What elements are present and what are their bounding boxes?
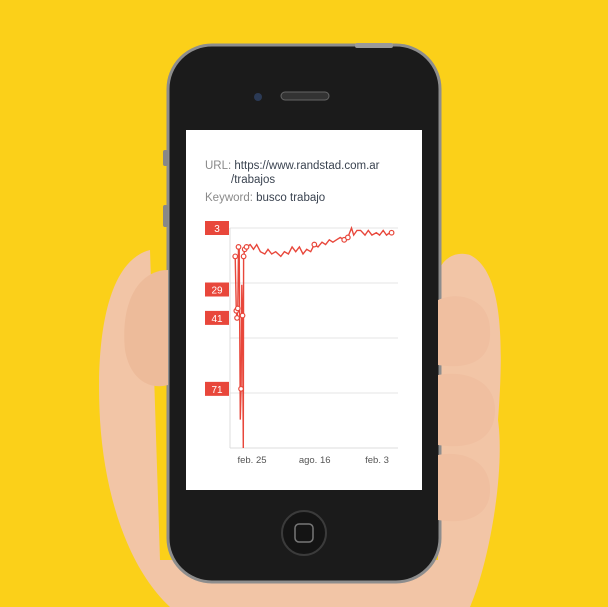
y-label: 29 — [211, 286, 223, 297]
data-point-marker — [311, 241, 318, 248]
x-tick-label: feb. 3 — [365, 455, 389, 466]
data-point-marker — [240, 253, 247, 260]
data-point-marker — [235, 244, 242, 250]
rank-chart: 3 29 41 71 feb. 25 ago. 16 feb. 3 — [205, 221, 398, 466]
y-label: 3 — [214, 224, 220, 235]
data-point-marker — [239, 312, 246, 319]
y-label: 71 — [211, 385, 223, 396]
data-point-marker — [388, 229, 395, 236]
x-tick-label: ago. 16 — [299, 455, 331, 466]
data-point-marker — [234, 305, 241, 312]
data-point-marker — [234, 314, 240, 321]
y-label: 41 — [211, 314, 223, 325]
data-point-marker — [232, 253, 239, 260]
data-point-marker — [238, 385, 244, 392]
x-tick-label: feb. 25 — [237, 455, 266, 466]
data-point-marker — [243, 244, 250, 250]
data-point-marker — [344, 234, 351, 241]
